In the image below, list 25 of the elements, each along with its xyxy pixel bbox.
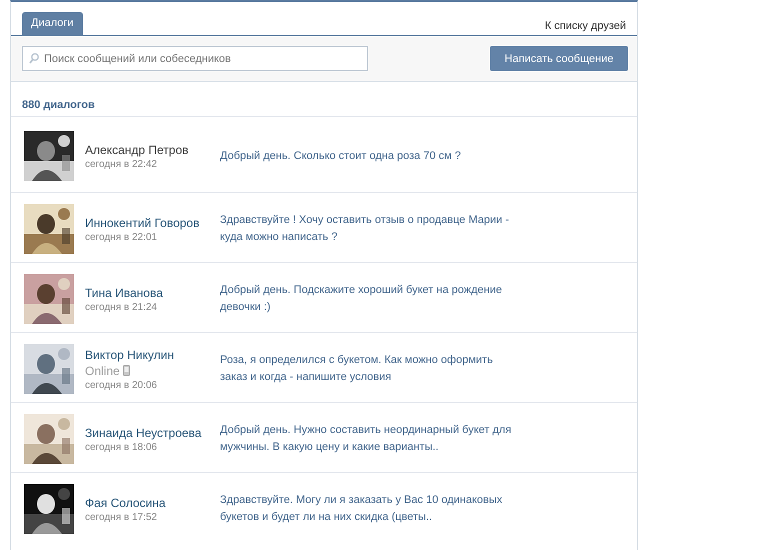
contact-name[interactable]: Виктор Никулин (85, 348, 174, 362)
message-time: сегодня в 21:24 (85, 302, 158, 312)
message-time: сегодня в 17:52 (85, 512, 158, 522)
message-time: сегодня в 20:06 (85, 380, 158, 390)
contact-name[interactable]: Зинаида Неустроева (85, 426, 202, 440)
message-time: сегодня в 18:06 (85, 442, 158, 452)
dialog-count: 880 диалогов (21, 98, 96, 113)
search-icon (29, 53, 39, 64)
message-preview[interactable]: Роза, я определился с букетом. Как можно оформить заказ и когда - напишите условия (220, 352, 520, 386)
contact-name[interactable]: Тина Иванова (85, 286, 163, 300)
contact-name[interactable]: Александр Петров (85, 142, 188, 156)
message-preview[interactable]: Добрый день. Подскажите хороший букет на рождение девочки :) (220, 282, 520, 316)
contact-name[interactable]: Фая Солосина (85, 496, 166, 510)
compose-message-button[interactable]: Написать сообщение (490, 46, 628, 71)
message-preview[interactable]: Добрый день. Нужно составить неординарный букет для мужчины. В какую цену и какие варианты.. (220, 422, 520, 456)
online-status: Online (85, 364, 120, 378)
search-field[interactable]: Поиск сообщений или собеседников (22, 46, 368, 71)
friends-list-link[interactable]: К списку друзей (544, 16, 626, 32)
message-time: сегодня в 22:01 (85, 232, 158, 242)
contact-name[interactable]: Иннокентий Говоров (85, 216, 200, 230)
tab[interactable]: Диалоги (22, 12, 83, 35)
message-preview[interactable]: Здравствуйте. Могу ли я заказать у Вас 10 одинаковых букетов и будет ли на них скидка (цветы.. (220, 492, 520, 526)
message-preview[interactable]: Здравствуйте ! Хочу оставить отзыв о продавце Марии - куда можно написать ? (220, 212, 520, 246)
message-preview[interactable]: Добрый день. Сколько стоит одна роза 70 см ? (220, 148, 461, 164)
message-time: сегодня в 22:42 (85, 158, 158, 170)
